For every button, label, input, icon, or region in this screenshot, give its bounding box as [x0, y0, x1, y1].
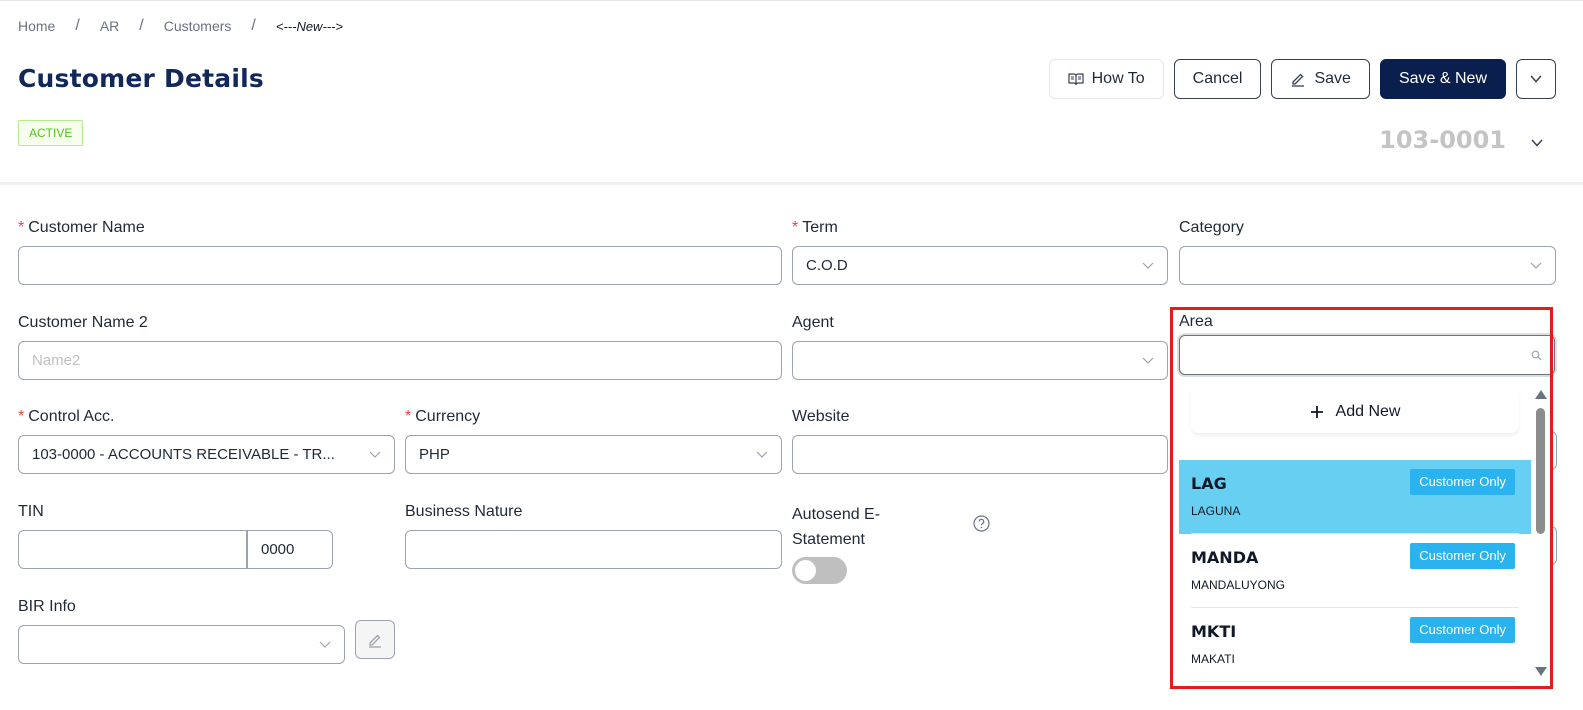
bir-info-select[interactable] — [18, 625, 345, 664]
status-badge: ACTIVE — [18, 120, 84, 146]
breadcrumb-ar[interactable]: AR — [100, 18, 119, 34]
currency-select[interactable]: PHP — [405, 435, 782, 474]
how-to-button[interactable]: How To — [1048, 59, 1164, 99]
website-field: Website — [792, 407, 1168, 474]
chevron-down-icon[interactable] — [1531, 134, 1543, 152]
autosend-toggle[interactable] — [792, 557, 847, 584]
customer-name-2-input[interactable]: Name2 — [18, 341, 782, 380]
tin-field: TIN 0000 — [18, 502, 333, 569]
category-select[interactable] — [1179, 246, 1556, 285]
customer-name-2-field: Customer Name 2 Name2 — [18, 313, 782, 380]
control-acc-select[interactable]: 103-0000 - ACCOUNTS RECEIVABLE - TR... — [18, 435, 395, 474]
breadcrumb: Home / AR / Customers / <---New---> — [18, 17, 344, 34]
document-number: 103-0001 — [1379, 126, 1506, 154]
toolbar: How To Cancel Save Save & New — [1048, 59, 1556, 99]
header-divider — [0, 182, 1583, 185]
breadcrumb-home[interactable]: Home — [18, 18, 55, 34]
control-acc-field: * Control Acc. 103-0000 - ACCOUNTS RECEIV… — [18, 407, 395, 474]
business-nature-input[interactable] — [405, 530, 782, 569]
customer-name-field: * Customer Name — [18, 218, 782, 285]
chevron-down-icon — [1142, 357, 1154, 364]
autosend-field: Autosend E- Statement — [792, 506, 881, 548]
chevron-down-icon — [1142, 262, 1154, 269]
save-button[interactable]: Save — [1271, 59, 1370, 99]
term-field: * Term C.O.D — [792, 218, 1168, 285]
term-select[interactable]: C.O.D — [792, 246, 1168, 285]
pencil-icon — [1290, 71, 1306, 87]
highlight-box — [1170, 307, 1553, 689]
breadcrumb-customers[interactable]: Customers — [164, 18, 232, 34]
help-icon[interactable] — [973, 515, 990, 537]
save-and-new-button[interactable]: Save & New — [1379, 59, 1506, 99]
currency-field: * Currency PHP — [405, 407, 782, 474]
chevron-down-icon — [1530, 75, 1542, 83]
chevron-down-icon — [319, 641, 331, 648]
tin-branch-input[interactable]: 0000 — [247, 530, 333, 569]
tin-input[interactable] — [18, 530, 247, 569]
pencil-icon — [369, 634, 381, 648]
top-border — [0, 0, 1583, 1]
category-field: Category — [1179, 218, 1556, 285]
business-nature-field: Business Nature — [405, 502, 782, 569]
bir-info-field: BIR Info — [18, 597, 345, 664]
agent-field: Agent — [792, 313, 1168, 380]
cancel-button[interactable]: Cancel — [1173, 59, 1262, 99]
page-title: Customer Details — [18, 64, 264, 93]
chevron-down-icon — [369, 451, 381, 458]
agent-select[interactable] — [792, 341, 1168, 380]
more-options-button[interactable] — [1516, 59, 1556, 99]
chevron-down-icon — [756, 451, 768, 458]
customer-name-input[interactable] — [18, 246, 782, 285]
book-icon — [1068, 72, 1084, 86]
bir-info-edit-button[interactable] — [355, 620, 395, 659]
chevron-down-icon — [1530, 262, 1542, 269]
website-input[interactable] — [792, 435, 1168, 474]
breadcrumb-current: <---New---> — [275, 18, 344, 34]
